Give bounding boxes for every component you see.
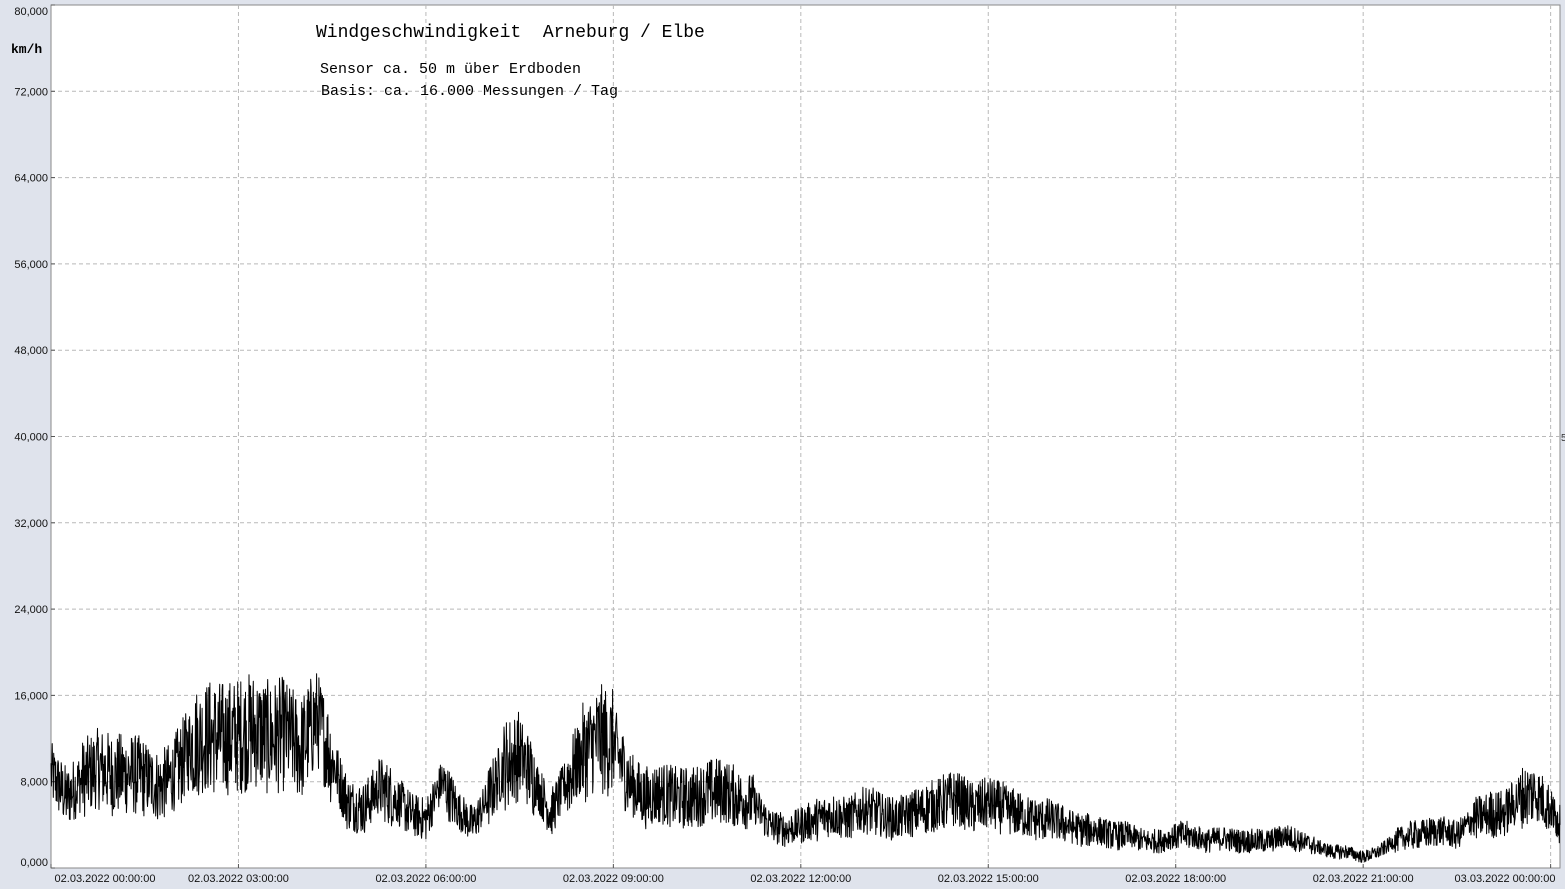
x-tick-label: 02.03.2022 18:00:00 [1125,873,1226,885]
x-tick-label: 02.03.2022 21:00:00 [1313,873,1414,885]
x-tick-label: 02.03.2022 12:00:00 [750,873,851,885]
x-tick-label: 02.03.2022 00:00:00 [55,873,156,885]
x-tick-label: 02.03.2022 09:00:00 [563,873,664,885]
y-tick-label: 32,000 [14,518,48,530]
x-tick-label: 03.03.2022 00:00:00 [1455,873,1556,885]
y-tick-label: 64,000 [14,173,48,185]
y-tick-label: 48,000 [14,345,48,357]
right-edge-label: 5 [1561,433,1565,444]
wind-speed-chart: 0,000 8,000 16,000 24,000 32,000 40,000 48,000… [11,4,1565,885]
chart-title: Windgeschwindigkeit Arneburg / Elbe [316,23,705,43]
y-tick-label: 24,000 [14,604,48,616]
y-tick-label: 80,000 [14,6,48,18]
x-tick-label: 02.03.2022 06:00:00 [375,873,476,885]
x-tick-label: 02.03.2022 03:00:00 [188,873,289,885]
y-axis-ticks: 0,000 8,000 16,000 24,000 32,000 40,000 48,000… [14,4,55,869]
y-tick-label: 0,000 [20,857,48,869]
y-tick-label: 40,000 [14,432,48,444]
y-tick-label: 56,000 [14,259,48,271]
chart-subtitle-sensor: Sensor ca. 50 m über Erdboden [320,61,581,78]
y-tick-label: 8,000 [20,777,48,789]
y-tick-label: 16,000 [14,690,48,702]
y-tick-label: 72,000 [14,86,48,98]
chart-subtitle-basis: Basis: ca. 16.000 Messungen / Tag [321,83,618,100]
y-axis-unit-label: km/h [11,42,42,57]
x-tick-label: 02.03.2022 15:00:00 [938,873,1039,885]
